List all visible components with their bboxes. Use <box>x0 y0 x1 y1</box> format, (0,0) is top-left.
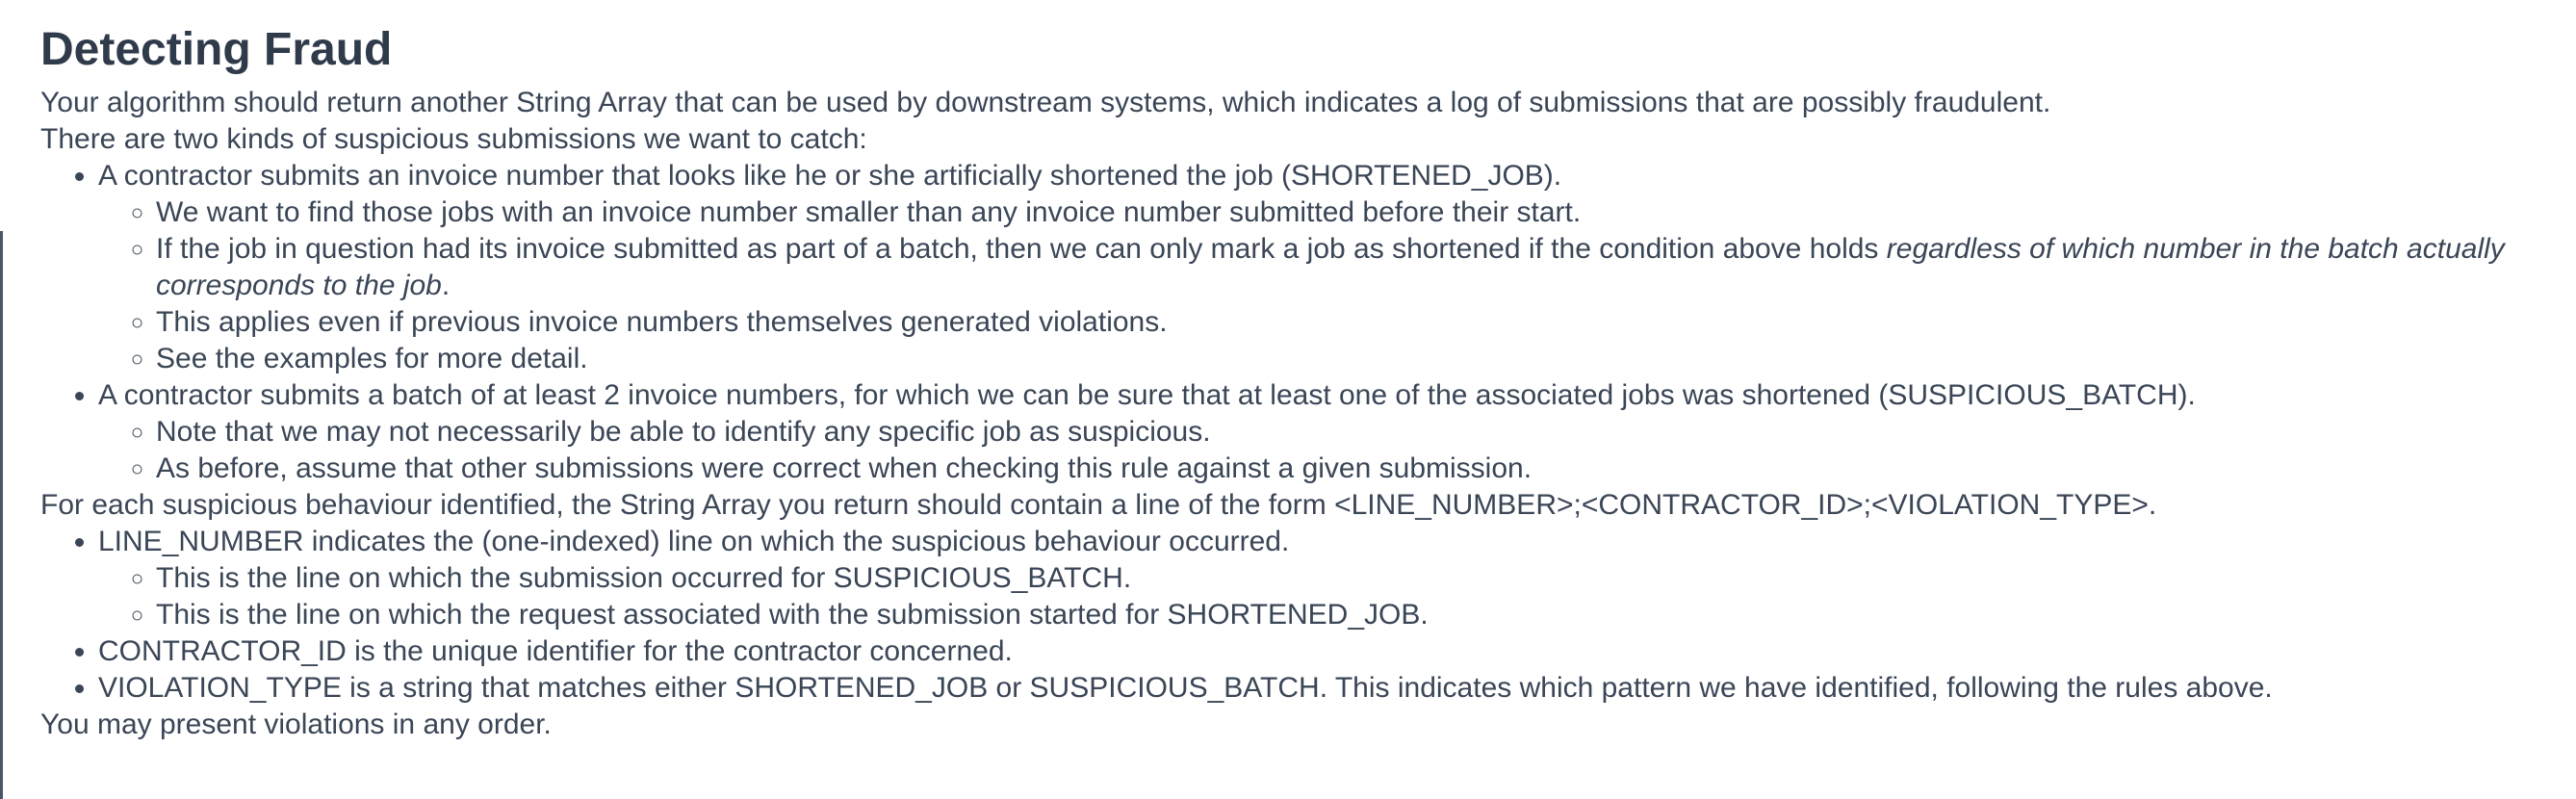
list-item-line-number: LINE_NUMBER indicates the (one-indexed) … <box>98 524 2563 633</box>
list-item: This applies even if previous invoice nu… <box>156 304 2563 341</box>
list-item: This is the line on which the submission… <box>156 560 2563 597</box>
suspicious-kinds-list: A contractor submits an invoice number t… <box>40 158 2563 487</box>
list-item-text: A contractor submits an invoice number t… <box>98 160 1562 192</box>
list-item-text: . <box>441 270 451 301</box>
closing-paragraph: You may present violations in any order. <box>40 709 552 740</box>
format-fields-list: LINE_NUMBER indicates the (one-indexed) … <box>40 524 2563 707</box>
list-item-text: A contractor submits a batch of at least… <box>98 379 2196 411</box>
line-number-sublist: This is the line on which the submission… <box>98 560 2563 633</box>
list-item: If the job in question had its invoice s… <box>156 231 2563 304</box>
list-item-text: If the job in question had its invoice s… <box>156 233 1887 265</box>
list-item: As before, assume that other submissions… <box>156 451 2563 487</box>
list-item: We want to find those jobs with an invoi… <box>156 194 2563 231</box>
list-item: This is the line on which the request as… <box>156 597 2563 633</box>
format-paragraph: For each suspicious behaviour identified… <box>40 489 2157 521</box>
list-item: Note that we may not necessarily be able… <box>156 414 2563 451</box>
kinds-intro-paragraph: There are two kinds of suspicious submis… <box>40 123 867 155</box>
shortened-job-sublist: We want to find those jobs with an invoi… <box>98 194 2563 377</box>
list-item-shortened-job: A contractor submits an invoice number t… <box>98 158 2563 377</box>
list-item: See the examples for more detail. <box>156 341 2563 377</box>
intro-paragraph: Your algorithm should return another Str… <box>40 87 2051 118</box>
left-border-rule <box>0 231 3 799</box>
list-item-suspicious-batch: A contractor submits a batch of at least… <box>98 377 2563 487</box>
section-title: Detecting Fraud <box>40 24 393 75</box>
suspicious-batch-sublist: Note that we may not necessarily be able… <box>98 414 2563 487</box>
list-item-contractor-id: CONTRACTOR_ID is the unique identifier f… <box>98 633 2563 670</box>
list-item-violation-type: VIOLATION_TYPE is a string that matches … <box>98 670 2563 707</box>
list-item-text: LINE_NUMBER indicates the (one-indexed) … <box>98 526 1290 557</box>
document-content: Detecting Fraud Your algorithm should re… <box>40 21 2563 743</box>
